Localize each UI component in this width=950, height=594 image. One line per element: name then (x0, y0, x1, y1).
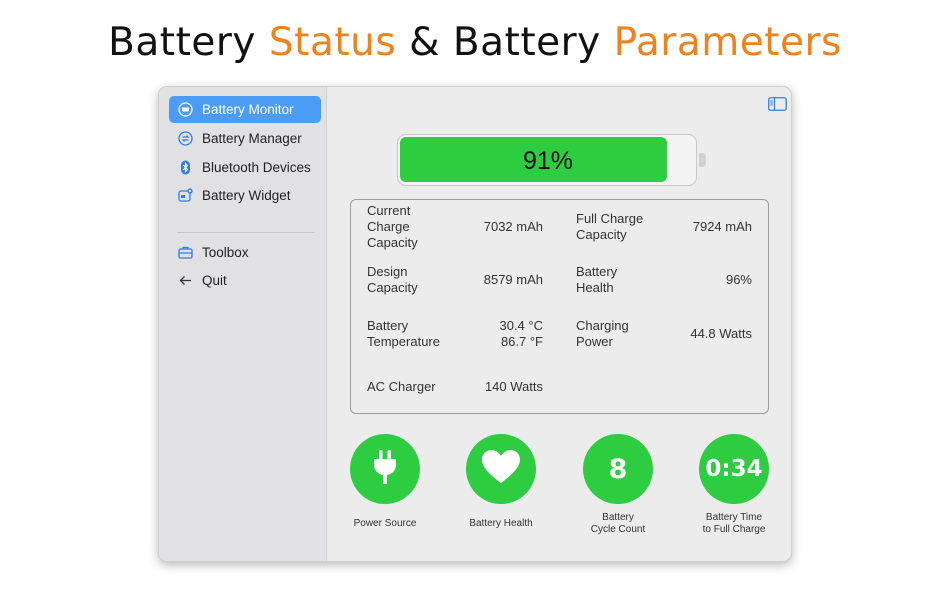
battery-temperature-label: Battery Temperature (367, 318, 440, 349)
cycle-count-caption: Battery Cycle Count (590, 512, 646, 535)
sidebar-item-label: Quit (202, 273, 227, 288)
headline-part-3: & Battery (409, 20, 601, 65)
battery-tip (699, 153, 706, 167)
sidebar-item-quit[interactable]: Quit (169, 267, 321, 294)
widget-icon (178, 188, 193, 203)
charging-power-value: 44.8 Watts (690, 326, 752, 341)
power-source-caption: Power Source (353, 518, 417, 529)
current-charge-label: Current Charge Capacity (367, 203, 418, 250)
arrow-left-icon (178, 273, 193, 288)
power-source-button[interactable] (350, 434, 420, 504)
plug-icon (370, 448, 400, 491)
current-charge-value: 7032 mAh (483, 219, 543, 234)
battery-health-button[interactable] (466, 434, 536, 504)
design-capacity-label: Design Capacity (367, 264, 418, 295)
sidebar-item-battery-widget[interactable]: Battery Widget (169, 182, 321, 209)
cycle-count-button[interactable]: 8 (583, 434, 653, 504)
bluetooth-icon (178, 160, 193, 175)
headline-part-1: Battery (108, 20, 256, 65)
design-capacity-value: 8579 mAh (483, 272, 543, 287)
sidebar-item-label: Battery Widget (202, 188, 291, 203)
headline: Battery Status & Battery Parameters (0, 20, 950, 65)
sidebar-item-label: Battery Manager (202, 131, 302, 146)
battery-health-caption: Battery Health (469, 518, 533, 529)
sidebar-item-label: Toolbox (202, 245, 249, 260)
time-to-full-value: 0:34 (705, 456, 763, 482)
sidebar-item-label: Bluetooth Devices (202, 160, 311, 175)
time-to-full-caption: Battery Time to Full Charge (702, 512, 766, 535)
battery-parameters-panel: Current Charge Capacity 7032 mAh Full Ch… (350, 199, 769, 414)
sidebar-divider (177, 232, 315, 233)
charging-power-label: Charging Power (576, 318, 629, 349)
temperature-fahrenheit: 86.7 °F (500, 334, 543, 349)
headline-part-4: Parameters (613, 20, 842, 65)
temperature-celsius: 30.4 °C (499, 318, 543, 333)
toolbox-icon (178, 245, 193, 260)
sidebar-item-label: Battery Monitor (202, 102, 294, 117)
sidebar-item-bluetooth-devices[interactable]: Bluetooth Devices (169, 154, 321, 181)
battery-temperature-value: 30.4 °C 86.7 °F (463, 318, 543, 350)
full-charge-value: 7924 mAh (692, 219, 752, 234)
time-to-full-button[interactable]: 0:34 (699, 434, 769, 504)
battery-body: 91% (397, 134, 697, 186)
battery-monitor-icon (178, 102, 193, 117)
full-charge-label: Full Charge Capacity (576, 211, 644, 242)
cycle-count-value: 8 (608, 453, 628, 485)
ac-charger-value: 140 Watts (484, 379, 543, 394)
heart-icon (481, 449, 521, 490)
app-window: Battery Monitor Battery Manager Bluetoot… (158, 86, 792, 562)
headline-part-2: Status (268, 20, 397, 65)
battery-manager-icon (178, 131, 193, 146)
sidebar-toggle-icon[interactable] (768, 97, 787, 111)
battery-percent: 91% (522, 146, 574, 175)
sidebar-item-battery-monitor[interactable]: Battery Monitor (169, 96, 321, 123)
sidebar-item-battery-manager[interactable]: Battery Manager (169, 125, 321, 152)
battery-gauge: 91% (397, 134, 709, 186)
sidebar: Battery Monitor Battery Manager Bluetoot… (159, 87, 327, 561)
ac-charger-label: AC Charger (367, 379, 436, 394)
battery-health-value: 96% (725, 272, 752, 287)
sidebar-item-toolbox[interactable]: Toolbox (169, 239, 321, 266)
battery-health-label: Battery Health (576, 264, 618, 295)
